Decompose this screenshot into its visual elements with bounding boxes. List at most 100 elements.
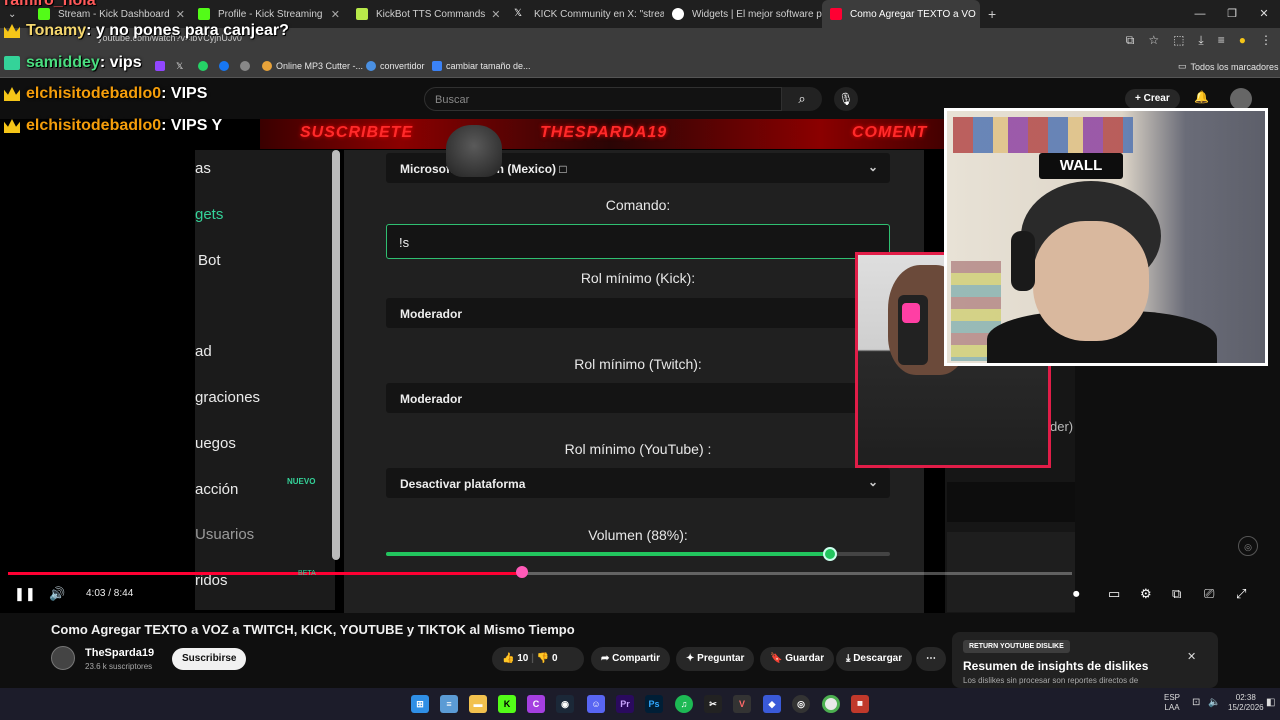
bell-icon[interactable]: 🔔: [1194, 90, 1209, 104]
rol-kick-value: Moderador: [400, 307, 463, 321]
bookmarks-bar: 𝕏 Online MP3 Cutter -... convertidor cam…: [0, 56, 1280, 78]
tab-label: Como Agregar TEXTO a VO: [850, 8, 976, 20]
search-icon[interactable]: ⌕: [782, 87, 822, 111]
close-icon[interactable]: ✕: [485, 8, 500, 21]
ask-button[interactable]: ✦ Preguntar: [676, 647, 755, 671]
notepad-icon[interactable]: ≡: [440, 695, 458, 713]
spotify-icon[interactable]: ♫: [675, 695, 693, 713]
close-icon[interactable]: ✕: [170, 8, 185, 21]
miniplayer-icon[interactable]: ⧉: [1172, 586, 1181, 602]
facebook-bookmark-icon[interactable]: [219, 61, 229, 71]
file-explorer-icon[interactable]: ▬: [469, 695, 487, 713]
sidebar-item-users: Usuarios: [195, 526, 255, 543]
maximize-icon[interactable]: ❐: [1216, 0, 1248, 28]
install-app-icon[interactable]: ⧉: [1126, 33, 1135, 48]
close-icon[interactable]: ✕: [1187, 650, 1196, 663]
window-controls: — ❐ ✕: [1184, 0, 1280, 28]
valorant-icon[interactable]: V: [733, 695, 751, 713]
create-button[interactable]: + Crear: [1125, 89, 1180, 109]
chevron-down-icon: ⌄: [867, 475, 878, 489]
web-bookmark-icon[interactable]: [240, 61, 250, 71]
new-badge: NUEVO: [287, 477, 316, 486]
twitch-bookmark-icon[interactable]: [155, 61, 165, 71]
chat-text: : vips: [99, 54, 142, 71]
streamlabs-icon[interactable]: ◆: [763, 695, 781, 713]
widgets-icon: [672, 8, 684, 20]
rol-youtube-value: Desactivar plataforma: [400, 477, 526, 491]
tab-youtube-active[interactable]: Como Agregar TEXTO a VO ✕: [822, 0, 980, 28]
channel-name[interactable]: TheSparda19: [85, 647, 154, 659]
close-icon[interactable]: ✕: [325, 8, 340, 21]
microphone-icon[interactable]: 🎙: [834, 87, 858, 111]
cast-icon[interactable]: ⎚: [1204, 586, 1214, 602]
progress-scrubber[interactable]: [516, 566, 528, 578]
rol-youtube-select: Desactivar plataforma ⌄: [386, 468, 890, 498]
bookmark-convertidor[interactable]: convertidor: [366, 61, 425, 71]
capcut-icon[interactable]: ✂: [704, 695, 722, 713]
chat-text: : VIPS Y: [161, 117, 223, 134]
volume-icon[interactable]: 🔊: [49, 586, 65, 602]
channel-avatar[interactable]: [51, 646, 75, 670]
download-icon[interactable]: ⤓: [1198, 33, 1203, 48]
save-button[interactable]: 🔖 Guardar: [760, 647, 835, 671]
network-icon[interactable]: ⊡: [1192, 698, 1200, 708]
notification-icon[interactable]: ◧: [1266, 698, 1275, 708]
mixer-app-icon[interactable]: ▦: [851, 695, 869, 713]
extensions-icon[interactable]: ⬚: [1173, 33, 1184, 48]
progress-played: [8, 572, 522, 575]
windows-start-icon[interactable]: ⊞: [411, 695, 429, 713]
star-icon[interactable]: ☆: [1148, 33, 1159, 48]
search-input[interactable]: Buscar: [424, 87, 782, 111]
canva-icon[interactable]: C: [527, 695, 545, 713]
more-actions-button[interactable]: ⋯: [916, 647, 946, 671]
folder-icon: ▭: [1178, 61, 1187, 71]
tab-x-kick[interactable]: 𝕏 KICK Community en X: "stream ✕: [506, 0, 664, 28]
time-display: 4:03 / 8:44: [86, 588, 134, 599]
ryd-title: Resumen de insights de dislikes: [963, 659, 1149, 673]
clock[interactable]: 02:38 15/2/2026: [1228, 693, 1264, 713]
more-menu-icon[interactable]: ⋮: [1260, 33, 1272, 48]
reading-list-icon[interactable]: ≡: [1218, 33, 1225, 48]
subscriber-count: 23.6 k suscriptores: [85, 662, 153, 671]
download-button[interactable]: ⤓ Descargar: [836, 647, 913, 671]
chat-message: Tonamy : y no pones para canjear?: [4, 22, 289, 40]
pause-icon[interactable]: ❚❚: [14, 586, 36, 602]
like-button[interactable]: 👍 10: [502, 653, 528, 664]
channel-watermark-icon[interactable]: ◎: [1238, 536, 1258, 556]
x-bookmark-icon[interactable]: 𝕏: [176, 61, 183, 72]
tab-label: Profile - Kick Streaming: [218, 8, 323, 20]
close-window-icon[interactable]: ✕: [1248, 0, 1280, 28]
fullscreen-icon[interactable]: ⤢: [1236, 586, 1246, 602]
minimize-icon[interactable]: —: [1184, 0, 1216, 28]
bookmark-resize[interactable]: cambiar tamaño de...: [432, 61, 531, 71]
discord-icon[interactable]: ☺: [587, 695, 605, 713]
steam-icon[interactable]: ◉: [556, 695, 574, 713]
tab-label: KICK Community en X: "stream: [534, 8, 664, 20]
speaker-icon[interactable]: 🔈: [1208, 698, 1220, 708]
command-input: !s: [386, 224, 890, 259]
close-icon[interactable]: ✕: [976, 8, 980, 21]
new-tab-button[interactable]: +: [980, 6, 1004, 22]
profile-icon[interactable]: ●: [1239, 33, 1246, 48]
language-indicator[interactable]: ESP LAA: [1164, 693, 1180, 713]
settings-icon[interactable]: ⚙: [1140, 586, 1152, 602]
photoshop-icon[interactable]: Ps: [645, 695, 663, 713]
dislike-button[interactable]: 👎 0: [537, 653, 558, 664]
bookmark-mp3-cutter[interactable]: Online MP3 Cutter -...: [262, 61, 363, 71]
whatsapp-bookmark-icon[interactable]: [198, 61, 208, 71]
obs-icon[interactable]: ◎: [792, 695, 810, 713]
tab-widgets[interactable]: Widgets | El mejor software pa ✕: [664, 0, 822, 28]
tab-kickbot[interactable]: KickBot TTS Commands ✕: [348, 0, 506, 28]
autoplay-toggle-icon[interactable]: ⏺: [1073, 586, 1080, 602]
subtitles-icon[interactable]: ▭: [1108, 586, 1120, 602]
share-button[interactable]: ➦ Compartir: [591, 647, 670, 671]
thumbs-down-icon: 👎: [536, 653, 550, 664]
chrome-icon[interactable]: [822, 695, 840, 713]
kick-app-icon[interactable]: K: [498, 695, 516, 713]
banner-comment-text: COMENT: [852, 124, 928, 141]
beta-label: BETA: [298, 570, 316, 577]
account-avatar[interactable]: [1230, 88, 1252, 110]
all-bookmarks[interactable]: ▭ Todos los marcadores: [1178, 61, 1279, 72]
premiere-icon[interactable]: Pr: [616, 695, 634, 713]
subscribe-button[interactable]: Suscribirse: [172, 648, 247, 670]
